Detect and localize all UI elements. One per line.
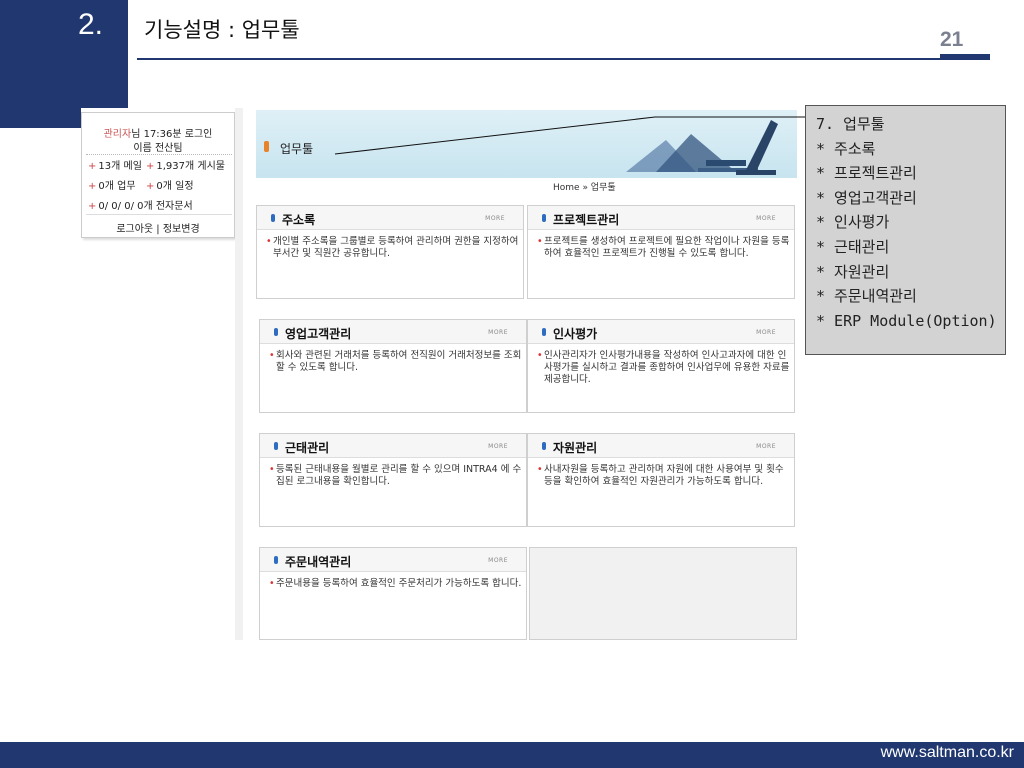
schedule-count-link[interactable]: +0개 일정	[146, 177, 194, 192]
note-line: * 프로젝트관리	[816, 164, 917, 183]
card-title[interactable]: 자원관리	[553, 439, 597, 456]
page-banner: 업무툴	[256, 110, 797, 178]
more-link[interactable]: MORE	[488, 443, 508, 450]
card-project-management[interactable]: 프로젝트관리 MORE 프로젝트를 생성하여 프로젝트에 필요한 작업이나 자원…	[527, 205, 795, 299]
bullet-icon	[542, 442, 546, 450]
card-description: 인사관리자가 인사평가내용을 작성하여 인사고과자에 대한 인사평가를 실시하고…	[537, 350, 792, 386]
card-description: 프로젝트를 생성하여 프로젝트에 필요한 작업이나 자원을 등록하여 효율적인 …	[537, 236, 792, 260]
card-header: 주문내역관리 MORE	[260, 548, 526, 572]
more-link[interactable]: MORE	[488, 329, 508, 336]
login-info-box: 관리자님 17:36분 로그인 이름 전산팀 +13개 메일 +1,937개 게…	[81, 112, 235, 238]
footer-url[interactable]: www.saltman.co.kr	[881, 744, 1014, 762]
side-strip	[235, 108, 243, 640]
card-header: 근태관리 MORE	[260, 434, 526, 458]
card-header: 영업고객관리 MORE	[260, 320, 526, 344]
card-description: 등록된 근태내용을 월별로 관리를 할 수 있으며 INTRA4 에 수집된 로…	[269, 464, 524, 488]
card-sales-customer[interactable]: 영업고객관리 MORE 회사와 관련된 거래처를 등록하여 전직원이 거래처정보…	[259, 319, 527, 413]
card-hr-evaluation[interactable]: 인사평가 MORE 인사관리자가 인사평가내용을 작성하여 인사고과자에 대한 …	[527, 319, 795, 413]
card-title[interactable]: 영업고객관리	[285, 325, 351, 342]
page-number: 21	[940, 28, 964, 51]
bullet-icon	[274, 328, 278, 336]
slide: 2. 기능설명 : 업무툴 21 관리자님 17:36분 로그인 이름 전산팀 …	[0, 0, 1024, 768]
card-order-history[interactable]: 주문내역관리 MORE 주문내용을 등록하여 효율적인 주문처리가 가능하도록 …	[259, 547, 527, 640]
banner-title: 업무툴	[280, 142, 314, 156]
card-description: 사내자원을 등록하고 관리하며 자원에 대한 사용여부 및 횟수등을 확인하여 …	[537, 464, 792, 488]
note-line: 7. 업무툴	[816, 115, 885, 133]
card-attendance[interactable]: 근태관리 MORE 등록된 근태내용을 월별로 관리를 할 수 있으며 INTR…	[259, 433, 527, 527]
bullet-icon	[274, 556, 278, 564]
card-description: 회사와 관련된 거래처를 등록하여 전직원이 거래처정보를 조회할 수 있도록 …	[269, 350, 524, 374]
annotation-box: 7. 업무툴 * 주소록 * 프로젝트관리 * 영업고객관리 * 인사평가 * …	[805, 105, 1006, 355]
note-line: * ERP Module(Option)	[816, 311, 997, 330]
divider	[86, 154, 232, 155]
task-count-link[interactable]: +0개 업무	[88, 177, 136, 192]
more-link[interactable]: MORE	[488, 557, 508, 564]
banner-art-graphic	[626, 120, 778, 175]
bullet-icon	[274, 442, 278, 450]
card-header: 자원관리 MORE	[528, 434, 794, 458]
note-line: * 주소록	[816, 139, 876, 158]
edoc-count-link[interactable]: +0/ 0/ 0/ 0개 전자문서	[88, 197, 193, 212]
more-link[interactable]: MORE	[756, 443, 776, 450]
page-number-underline	[940, 54, 990, 60]
note-line: * 주문내역관리	[816, 287, 917, 306]
mail-count-link[interactable]: +13개 메일	[88, 157, 142, 172]
card-description: 개인별 주소록을 그룹별로 등록하여 관리하며 권한을 지정하여 부서간 및 직…	[266, 236, 521, 260]
breadcrumb[interactable]: Home » 업무툴	[553, 180, 616, 193]
more-link[interactable]: MORE	[485, 215, 505, 222]
card-title[interactable]: 프로젝트관리	[553, 211, 619, 228]
bullet-icon	[271, 214, 275, 222]
card-title[interactable]: 근태관리	[285, 439, 329, 456]
login-status: 관리자님 17:36분 로그인	[82, 125, 234, 140]
card-description: 주문내용을 등록하여 효율적인 주문처리가 가능하도록 합니다.	[269, 578, 524, 590]
section-number: 2.	[78, 8, 104, 41]
empty-card-slot	[529, 547, 797, 640]
logout-and-edit-links[interactable]: 로그아웃 | 정보변경	[82, 220, 234, 235]
note-line: * 영업고객관리	[816, 188, 917, 207]
card-header: 프로젝트관리 MORE	[528, 206, 794, 230]
card-title[interactable]: 주소록	[282, 211, 315, 228]
more-link[interactable]: MORE	[756, 329, 776, 336]
card-title[interactable]: 주문내역관리	[285, 553, 351, 570]
orange-bullet-icon	[264, 141, 269, 152]
card-header: 인사평가 MORE	[528, 320, 794, 344]
more-link[interactable]: MORE	[756, 215, 776, 222]
post-count-link[interactable]: +1,937개 게시물	[146, 157, 225, 172]
footer-bar: www.saltman.co.kr	[0, 742, 1024, 768]
bullet-icon	[542, 214, 546, 222]
title-divider	[137, 58, 990, 60]
note-line: * 근태관리	[816, 237, 890, 256]
bullet-icon	[542, 328, 546, 336]
note-line: * 인사평가	[816, 213, 890, 232]
card-address-book[interactable]: 주소록 MORE 개인별 주소록을 그룹별로 등록하여 관리하며 권한을 지정하…	[256, 205, 524, 299]
team-name: 이름 전산팀	[133, 143, 183, 154]
note-line: * 자원관리	[816, 262, 890, 281]
card-title[interactable]: 인사평가	[553, 325, 597, 342]
divider	[86, 214, 232, 215]
card-header: 주소록 MORE	[257, 206, 523, 230]
card-resource-management[interactable]: 자원관리 MORE 사내자원을 등록하고 관리하며 자원에 대한 사용여부 및 …	[527, 433, 795, 527]
slide-title: 기능설명 : 업무툴	[144, 18, 300, 42]
